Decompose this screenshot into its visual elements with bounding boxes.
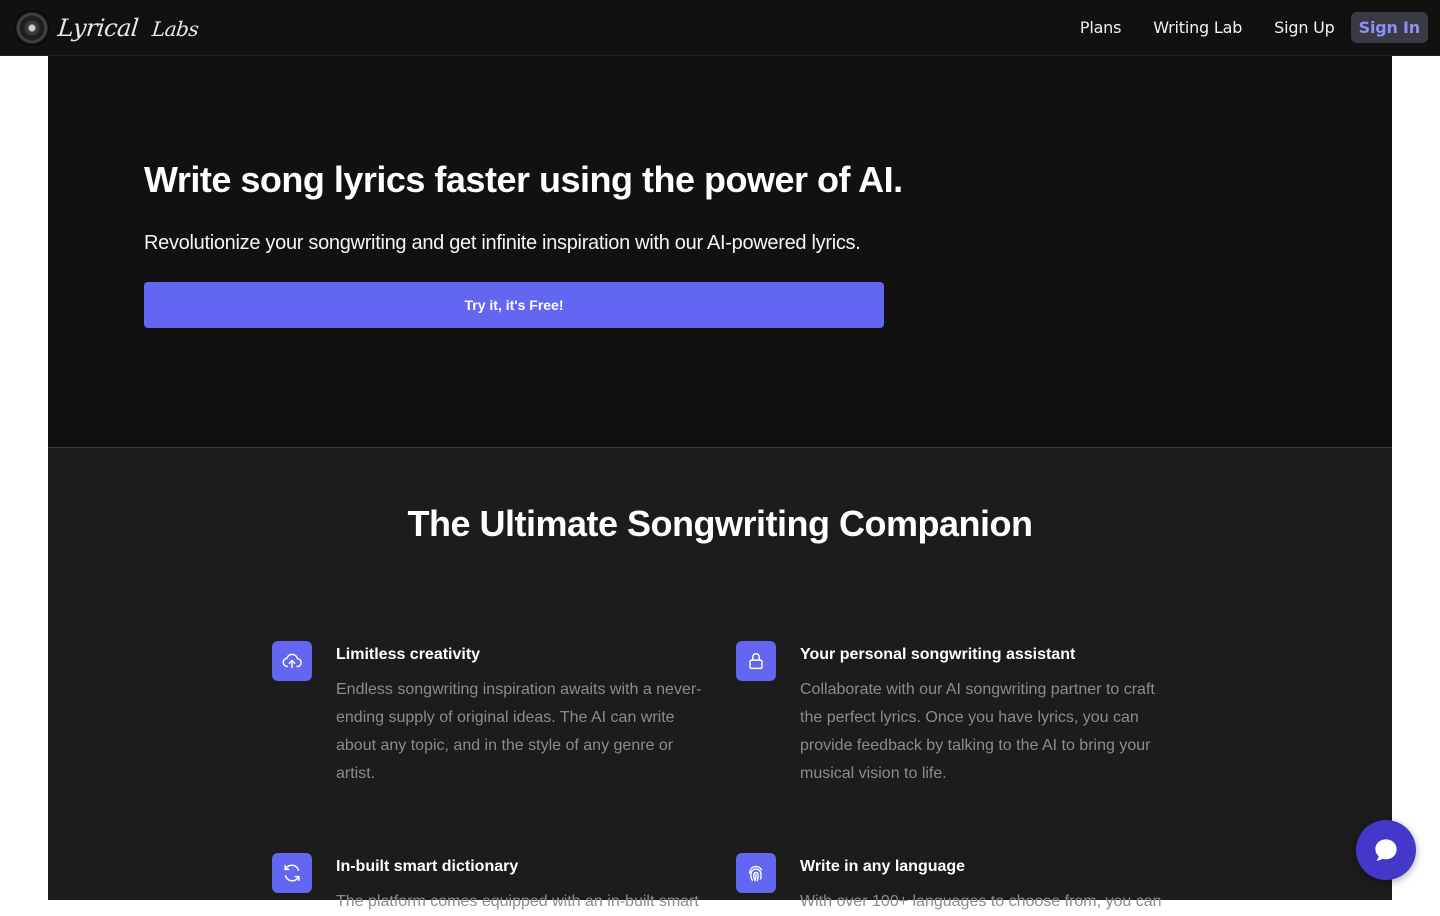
- feature-description: Endless songwriting inspiration awaits w…: [336, 681, 702, 782]
- try-free-button[interactable]: Try it, it's Free!: [144, 282, 884, 328]
- cloud-upload-icon: [272, 641, 312, 681]
- refresh-icon: [272, 853, 312, 893]
- feature-title: Your personal songwriting assistant: [800, 646, 1076, 663]
- hero-section: Write song lyrics faster using the power…: [48, 56, 1392, 448]
- sign-in-button[interactable]: Sign In: [1350, 12, 1428, 43]
- hero-subtitle: Revolutionize your songwriting and get i…: [144, 232, 861, 254]
- nav-link-sign-up[interactable]: Sign Up: [1258, 18, 1350, 37]
- brand-logo[interactable]: Lyrical Labs: [14, 9, 200, 46]
- brand-word-1: Lyrical: [56, 13, 140, 42]
- lock-icon: [736, 641, 776, 681]
- brand-word-2: Labs: [150, 16, 200, 41]
- features-title: The Ultimate Songwriting Companion: [407, 503, 1034, 544]
- page-content: Write song lyrics faster using the power…: [48, 56, 1392, 910]
- brand-wordmark: Lyrical Labs: [57, 14, 200, 42]
- top-navbar: Lyrical Labs Plans Writing Lab Sign Up Si…: [0, 0, 1440, 56]
- vinyl-record-icon: [14, 9, 50, 46]
- chat-widget-button[interactable]: [1356, 820, 1416, 880]
- feature-description: Collaborate with our AI songwriting part…: [800, 681, 1155, 782]
- chat-bubble-icon: [1375, 839, 1397, 861]
- feature-title: Write in any language: [800, 858, 966, 875]
- feature-title: Limitless creativity: [336, 646, 481, 663]
- fingerprint-icon: [736, 853, 776, 893]
- nav-link-plans[interactable]: Plans: [1064, 18, 1137, 37]
- nav-link-writing-lab[interactable]: Writing Lab: [1137, 18, 1258, 37]
- hero-title: Write song lyrics faster using the power…: [144, 159, 903, 200]
- feature-title: In-built smart dictionary: [336, 858, 519, 875]
- main-nav: Plans Writing Lab Sign Up Sign In: [1064, 12, 1428, 43]
- feature-description: With over 100+ languages to choose from,…: [800, 893, 1162, 910]
- feature-description: The platform comes equipped with an in-b…: [336, 893, 699, 910]
